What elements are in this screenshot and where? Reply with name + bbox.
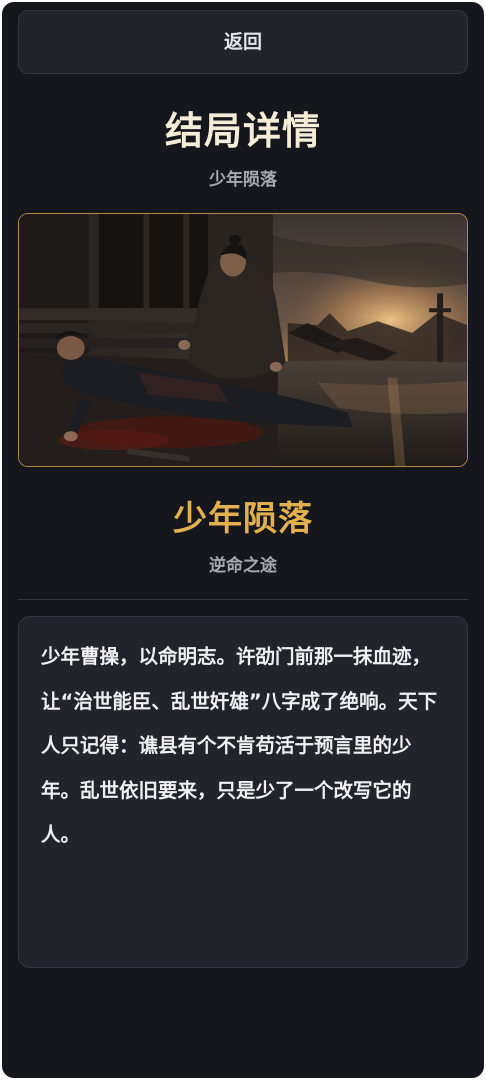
ending-illustration [18, 213, 468, 467]
divider [18, 599, 468, 600]
ending-name: 少年陨落 [173, 499, 313, 539]
back-button[interactable]: 返回 [18, 10, 468, 74]
route-name: 逆命之途 [209, 556, 277, 576]
page-subtitle: 少年陨落 [209, 170, 277, 190]
story-card: 少年曹操，以命明志。许劭门前那一抹血迹，让“治世能臣、乱世奸雄”八字成了绝响。天… [18, 616, 468, 968]
page-title: 结局详情 [164, 109, 321, 153]
app-screen: 返回 结局详情 少年陨落 少年陨落 逆命之途 少年曹操，以命明志。许劭门前那一抹… [2, 2, 484, 1078]
story-text: 少年曹操，以命明志。许劭门前那一抹血迹，让“治世能臣、乱世奸雄”八字成了绝响。天… [41, 645, 438, 846]
ending-illustration-drawing [19, 214, 467, 466]
